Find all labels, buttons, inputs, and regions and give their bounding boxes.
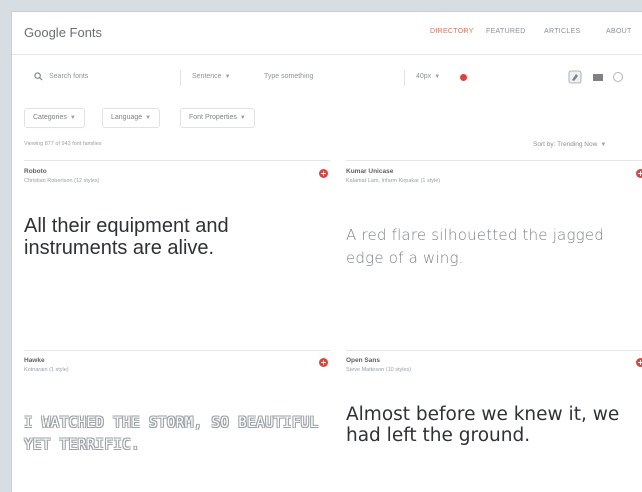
search-input[interactable]: Search fonts — [49, 73, 88, 80]
results-count: Viewing 877 of 943 font families — [24, 141, 102, 147]
sample-mode-select[interactable]: Sentence ▼ — [192, 73, 231, 80]
nav-articles[interactable]: ARTICLES — [544, 28, 581, 35]
nav-directory[interactable]: DIRECTORY — [430, 28, 474, 35]
categories-label: Categories — [33, 114, 67, 121]
font-sample-text[interactable]: All their equipment and instruments are … — [24, 215, 324, 259]
font-designer: Kotnarain (1 style) — [24, 367, 69, 373]
toolbar-divider — [180, 70, 181, 86]
chevron-down-icon: ▼ — [69, 115, 76, 121]
color-picker-icon[interactable] — [568, 70, 582, 84]
font-name: Open Sans — [346, 357, 380, 364]
filter-bar: Categories ▼ Language ▼ Font Properties ▼ — [12, 108, 642, 132]
card-divider — [24, 160, 330, 161]
font-designer: Christian Robertson (12 styles) — [24, 178, 100, 184]
chevron-down-icon: ▼ — [600, 142, 607, 148]
search-icon[interactable] — [34, 72, 43, 81]
top-navigation-bar: Google Fonts DIRECTORY FEATURED ARTICLES… — [12, 12, 642, 55]
card-divider — [24, 350, 330, 351]
size-slider-handle[interactable] — [460, 74, 467, 81]
language-filter[interactable]: Language ▼ — [102, 108, 161, 128]
nav-featured[interactable]: FEATURED — [486, 28, 526, 35]
font-designer: Kalamat Lam, Infarm Kirpakar (1 style) — [346, 178, 441, 184]
font-name: Kumar Unicase — [346, 168, 394, 175]
sort-select[interactable]: Sort by: Trending Now ▼ — [533, 141, 606, 148]
browser-window: Google Fonts DIRECTORY FEATURED ARTICLES… — [11, 11, 642, 492]
google-fonts-logo[interactable]: Google Fonts — [24, 25, 102, 40]
font-card[interactable]: Open Sans Steve Matteson (10 styles) Alm… — [346, 357, 642, 487]
language-label: Language — [111, 114, 143, 121]
font-properties-filter[interactable]: Font Properties ▼ — [180, 108, 255, 128]
card-divider — [346, 160, 642, 161]
add-font-icon[interactable] — [319, 169, 328, 178]
sample-mode-label: Sentence — [192, 73, 222, 80]
toolbar-divider — [404, 70, 405, 86]
font-sample-text[interactable]: I WATCHED THE STORM, SO BEAUTIFUL YET TE… — [24, 412, 324, 456]
add-font-icon[interactable] — [319, 358, 328, 367]
sort-label: Sort by: Trending Now — [533, 141, 598, 148]
font-name: Hawke — [24, 357, 45, 364]
chevron-down-icon: ▼ — [434, 74, 441, 80]
sample-text-input[interactable]: Type something — [264, 73, 313, 80]
font-size-select[interactable]: 40px ▼ — [416, 73, 440, 80]
font-name: Roboto — [24, 168, 47, 175]
font-card[interactable]: Roboto Christian Robertson (12 styles) A… — [24, 168, 330, 338]
font-properties-label: Font Properties — [189, 114, 237, 121]
add-font-icon[interactable] — [636, 358, 642, 367]
font-sample-text[interactable]: A red flare silhouetted the jagged edge … — [346, 224, 606, 270]
font-designer: Steve Matteson (10 styles) — [346, 367, 412, 373]
reset-icon[interactable] — [612, 70, 624, 84]
card-divider — [346, 350, 642, 351]
font-sample-text[interactable]: Almost before we knew it, we had left th… — [346, 404, 642, 446]
font-card[interactable]: Hawke Kotnarain (1 style) I WATCHED THE … — [24, 357, 330, 487]
add-font-icon[interactable] — [636, 169, 642, 178]
grid-view-icon[interactable] — [592, 70, 604, 84]
font-card[interactable]: Kumar Unicase Kalamat Lam, Infarm Kirpak… — [346, 168, 642, 338]
chevron-down-icon: ▼ — [239, 115, 246, 121]
search-toolbar: Search fonts Sentence ▼ Type something 40… — [12, 62, 642, 96]
categories-filter[interactable]: Categories ▼ — [24, 108, 85, 128]
chevron-down-icon: ▼ — [224, 74, 231, 80]
chevron-down-icon: ▼ — [145, 115, 152, 121]
font-size-label: 40px — [416, 73, 432, 80]
nav-about[interactable]: ABOUT — [606, 28, 632, 35]
